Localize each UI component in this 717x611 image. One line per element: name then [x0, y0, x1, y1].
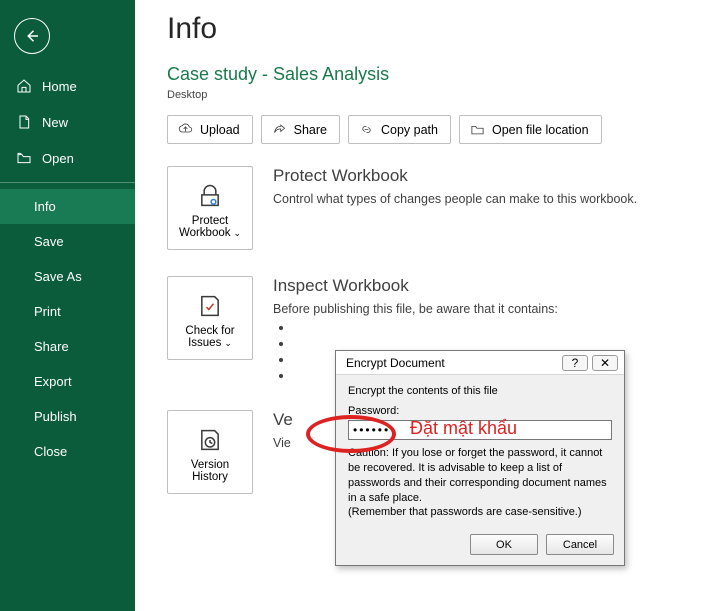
history-icon: [195, 425, 225, 455]
sidebar-item-label: Save As: [34, 269, 82, 284]
open-location-button[interactable]: Open file location: [459, 115, 602, 144]
document-title: Case study - Sales Analysis: [167, 64, 717, 85]
sidebar-item-label: Open: [42, 151, 74, 166]
dialog-title: Encrypt Document: [346, 356, 445, 370]
share-icon: [272, 122, 287, 137]
chevron-down-icon: ⌄: [234, 228, 242, 238]
sidebar-item-label: Info: [34, 199, 56, 214]
sidebar-item-label: New: [42, 115, 68, 130]
check-icon: [195, 291, 225, 321]
sidebar-item-label: Home: [42, 79, 77, 94]
dialog-subtitle: Encrypt the contents of this file: [348, 385, 612, 397]
home-icon: [16, 78, 32, 94]
password-input[interactable]: [348, 420, 612, 440]
sidebar-item-publish[interactable]: Publish: [0, 399, 135, 434]
close-icon: ✕: [600, 356, 610, 370]
list-item: [293, 336, 558, 350]
copy-icon: [359, 122, 374, 137]
folder-icon: [470, 122, 485, 137]
list-item: [293, 320, 558, 334]
upload-icon: [178, 122, 193, 137]
protect-workbook-button[interactable]: Protect Workbook⌄: [167, 166, 253, 250]
sidebar-item-label: Print: [34, 304, 61, 319]
inspect-heading: Inspect Workbook: [273, 276, 558, 296]
sidebar-item-label: Share: [34, 339, 69, 354]
share-button[interactable]: Share: [261, 115, 340, 144]
help-icon: ?: [572, 356, 579, 370]
back-arrow-icon: [23, 27, 41, 45]
protect-heading: Protect Workbook: [273, 166, 637, 186]
dialog-help-button[interactable]: ?: [562, 355, 588, 371]
action-label: Upload: [200, 123, 240, 137]
page-title: Info: [167, 12, 717, 46]
sidebar-item-label: Export: [34, 374, 72, 389]
sidebar-item-close[interactable]: Close: [0, 434, 135, 469]
protect-section: Protect Workbook⌄ Protect Workbook Contr…: [167, 166, 717, 250]
caution-text: Caution: If you lose or forget the passw…: [348, 447, 607, 504]
sidebar-item-info[interactable]: Info: [0, 189, 135, 224]
ok-button[interactable]: OK: [470, 534, 538, 555]
lock-icon: [195, 181, 225, 211]
encrypt-document-dialog: Encrypt Document ? ✕ Encrypt the content…: [335, 350, 625, 566]
inspect-intro: Before publishing this file, be aware th…: [273, 302, 558, 316]
new-icon: [16, 114, 32, 130]
sidebar-item-share[interactable]: Share: [0, 329, 135, 364]
action-row: Upload Share Copy path Open file locatio…: [167, 115, 717, 144]
sidebar-item-label: Close: [34, 444, 67, 459]
sidebar-item-new[interactable]: New: [0, 104, 135, 140]
cancel-button[interactable]: Cancel: [546, 534, 614, 555]
password-label: Password:: [348, 405, 612, 417]
version-heading-partial: Ve: [273, 410, 293, 430]
version-btn-label: Version History: [172, 459, 248, 483]
sidebar-divider: [0, 182, 135, 183]
document-path: Desktop: [167, 89, 717, 101]
dialog-close-button[interactable]: ✕: [592, 355, 618, 371]
dialog-titlebar: Encrypt Document ? ✕: [336, 351, 624, 375]
version-body-partial: Vie: [273, 436, 293, 450]
sidebar-item-open[interactable]: Open: [0, 140, 135, 176]
open-icon: [16, 150, 32, 166]
action-label: Copy path: [381, 123, 438, 137]
protect-body: Control what types of changes people can…: [273, 192, 637, 206]
action-label: Share: [294, 123, 327, 137]
sidebar-item-print[interactable]: Print: [0, 294, 135, 329]
version-history-button[interactable]: Version History: [167, 410, 253, 494]
back-button[interactable]: [14, 18, 50, 54]
sidebar-item-home[interactable]: Home: [0, 68, 135, 104]
upload-button[interactable]: Upload: [167, 115, 253, 144]
copy-path-button[interactable]: Copy path: [348, 115, 451, 144]
sidebar-item-label: Publish: [34, 409, 77, 424]
check-issues-button[interactable]: Check for Issues⌄: [167, 276, 253, 360]
sidebar-item-saveas[interactable]: Save As: [0, 259, 135, 294]
sidebar-item-label: Save: [34, 234, 64, 249]
action-label: Open file location: [492, 123, 589, 137]
chevron-down-icon: ⌄: [224, 338, 232, 348]
remember-text: (Remember that passwords are case-sensit…: [348, 506, 582, 518]
protect-btn-label: Protect Workbook: [179, 215, 231, 239]
sidebar-item-save[interactable]: Save: [0, 224, 135, 259]
backstage-sidebar: Home New Open Info Save Save As Print Sh…: [0, 0, 135, 611]
sidebar-item-export[interactable]: Export: [0, 364, 135, 399]
